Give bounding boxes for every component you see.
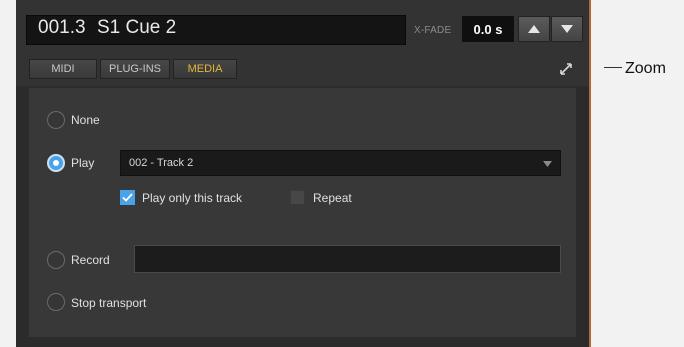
triangle-down-icon: [561, 25, 573, 33]
stop-transport-label: Stop transport: [71, 296, 147, 310]
play-only-checkbox[interactable]: [120, 190, 135, 205]
repeat-label: Repeat: [313, 191, 352, 205]
cue-name: S1 Cue 2: [97, 17, 177, 38]
xfade-label: X-FADE: [414, 25, 452, 36]
zoom-callout-label: Zoom: [625, 60, 666, 77]
tab-plug-ins[interactable]: PLUG-INS: [100, 59, 170, 79]
zoom-callout-line: [604, 67, 622, 68]
xfade-up-button[interactable]: [518, 16, 550, 42]
xfade-value-field[interactable]: 0.0 s: [462, 16, 514, 42]
record-label: Record: [71, 253, 110, 267]
tab-midi[interactable]: MIDI: [29, 59, 97, 79]
checkmark-icon: [122, 193, 133, 202]
radio-record[interactable]: [47, 251, 65, 269]
play-only-label: Play only this track: [142, 191, 243, 205]
radio-none[interactable]: [47, 111, 65, 129]
repeat-checkbox[interactable]: [290, 190, 305, 205]
chevron-down-icon: [543, 161, 552, 167]
zoom-icon[interactable]: [559, 62, 573, 76]
record-track-field[interactable]: [134, 245, 561, 273]
xfade-down-button[interactable]: [551, 16, 583, 42]
radio-stop-transport[interactable]: [47, 293, 65, 311]
play-label: Play: [71, 156, 95, 170]
none-label: None: [71, 113, 100, 127]
track-select-dropdown[interactable]: 002 - Track 2: [120, 150, 561, 176]
cue-panel: 001.3 S1 Cue 2 X-FADE 0.0 s MIDI PLUG-IN…: [16, 0, 591, 347]
triangle-up-icon: [528, 25, 540, 33]
cue-number: 001.3: [38, 17, 86, 38]
tab-media[interactable]: MEDIA: [173, 59, 237, 79]
radio-play[interactable]: [47, 154, 65, 172]
track-select-value: 002 - Track 2: [129, 157, 194, 169]
